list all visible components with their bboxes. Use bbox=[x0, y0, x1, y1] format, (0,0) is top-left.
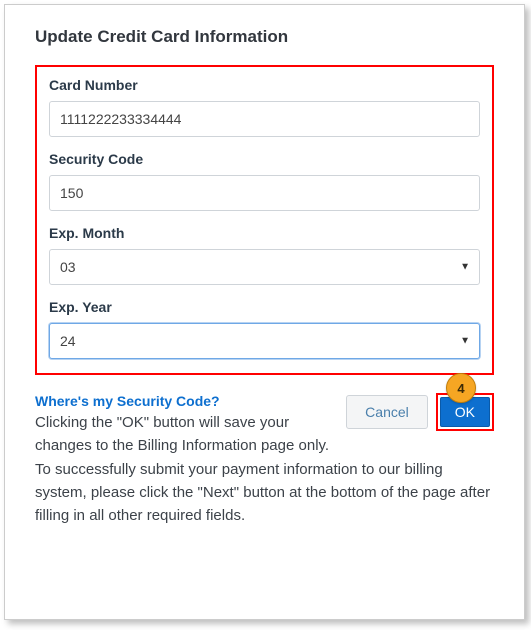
dialog-title: Update Credit Card Information bbox=[35, 27, 494, 47]
exp-month-select[interactable]: 03 bbox=[49, 249, 480, 285]
card-number-input[interactable] bbox=[49, 101, 480, 137]
exp-month-select-wrap: 03 ▼ bbox=[49, 249, 480, 285]
exp-year-label: Exp. Year bbox=[49, 299, 480, 315]
button-row: Cancel OK bbox=[346, 393, 494, 431]
card-number-field: Card Number bbox=[49, 77, 480, 137]
security-code-field: Security Code bbox=[49, 151, 480, 211]
exp-year-field: Exp. Year 24 ▼ bbox=[49, 299, 480, 359]
update-card-dialog: Update Credit Card Information Card Numb… bbox=[4, 4, 525, 620]
form-highlight-box: Card Number Security Code Exp. Month 03 … bbox=[35, 65, 494, 375]
step-badge: 4 bbox=[446, 373, 476, 403]
dialog-footer: 4 Cancel OK Where's my Security Code? Cl… bbox=[35, 393, 494, 527]
security-code-label: Security Code bbox=[49, 151, 480, 167]
exp-month-field: Exp. Month 03 ▼ bbox=[49, 225, 480, 285]
cancel-button[interactable]: Cancel bbox=[346, 395, 428, 429]
card-number-label: Card Number bbox=[49, 77, 480, 93]
exp-month-label: Exp. Month bbox=[49, 225, 480, 241]
security-code-input[interactable] bbox=[49, 175, 480, 211]
exp-year-select[interactable]: 24 bbox=[49, 323, 480, 359]
exp-year-select-wrap: 24 ▼ bbox=[49, 323, 480, 359]
